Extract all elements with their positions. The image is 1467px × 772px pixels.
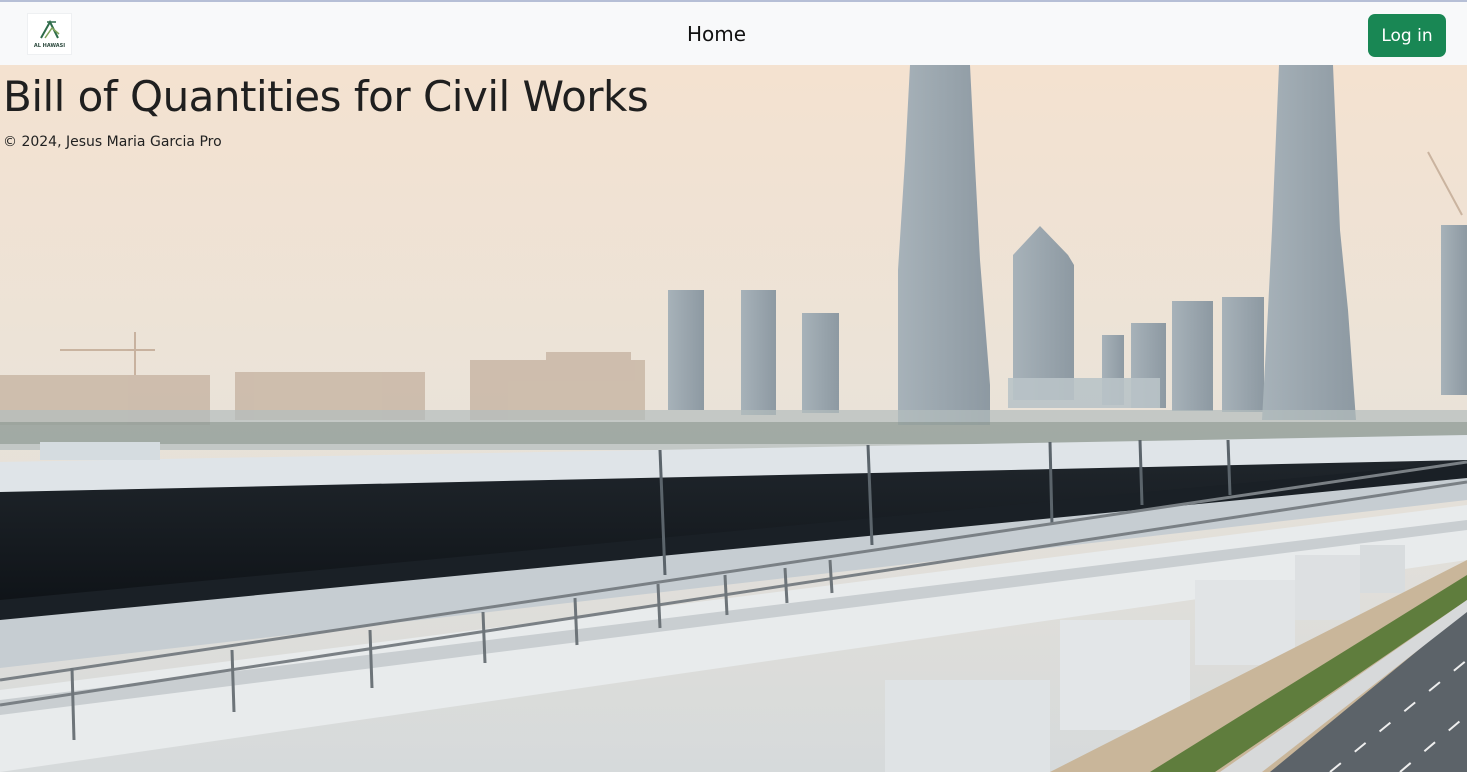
brand-logo[interactable]: AL HAWASI <box>27 13 72 55</box>
logo-mark-icon <box>40 19 60 39</box>
top-navbar: AL HAWASI Home Log in <box>0 0 1467 65</box>
hero-banner <box>0 65 1467 772</box>
logo-text: AL HAWASI <box>33 43 66 49</box>
login-button[interactable]: Log in <box>1368 14 1446 57</box>
page-title: Bill of Quantities for Civil Works <box>3 72 649 121</box>
copyright-text: © 2024, Jesus Maria Garcia Pro <box>3 134 222 150</box>
nav-home-link[interactable]: Home <box>687 22 746 46</box>
hero-background-image <box>0 65 1467 772</box>
